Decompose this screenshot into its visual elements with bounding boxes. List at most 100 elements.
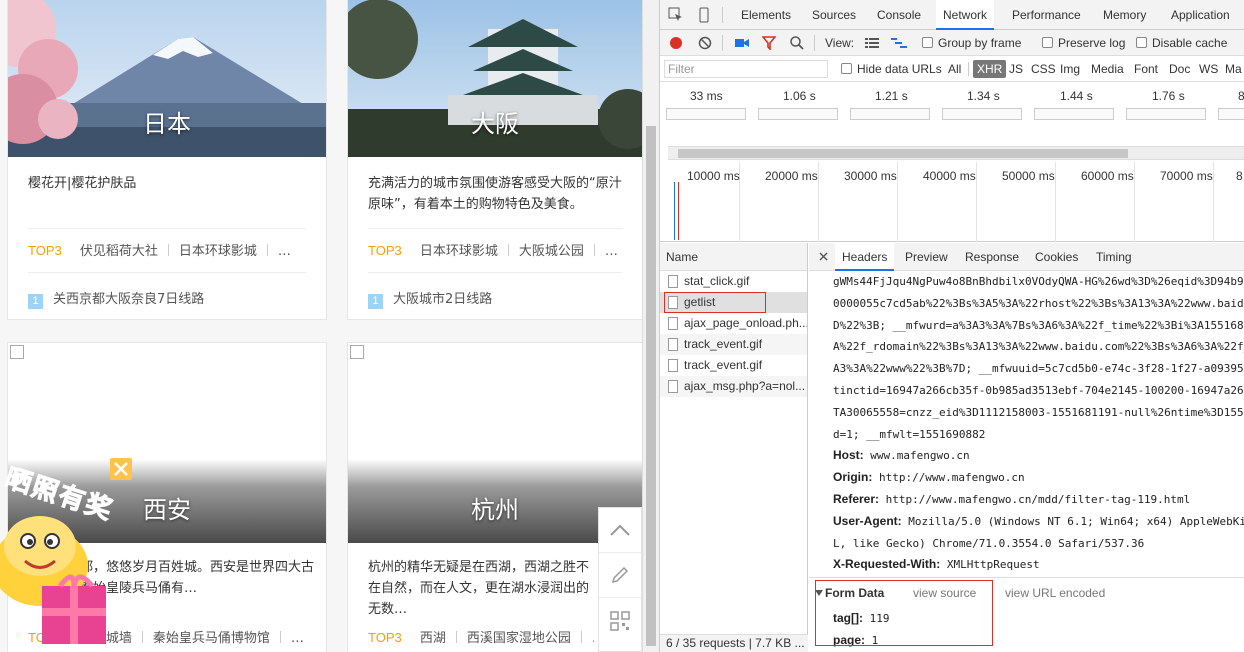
qr-code-button[interactable] xyxy=(599,598,641,643)
route-link[interactable]: 1 关西京都大阪奈良7日线路 xyxy=(28,288,312,309)
top-item-link[interactable]: 伏见稻荷大社 xyxy=(80,244,158,259)
checkbox-icon xyxy=(841,63,852,74)
name-column-header[interactable]: Name xyxy=(660,243,807,271)
form-data-title[interactable]: Form Data xyxy=(825,586,884,600)
header-line-referer: Referer: http://www.mafengwo.cn/mdd/filt… xyxy=(833,491,1191,506)
filter-toggle-button[interactable] xyxy=(761,30,777,56)
type-filter-ws[interactable]: WS xyxy=(1199,56,1218,82)
filmstrip-frame[interactable] xyxy=(942,108,1022,120)
request-row[interactable]: stat_click.gif xyxy=(660,271,807,292)
tab-console[interactable]: Console xyxy=(877,0,921,30)
filmstrip-frame[interactable] xyxy=(1126,108,1206,120)
tab-cookies[interactable]: Cookies xyxy=(1035,243,1078,271)
divider xyxy=(368,228,622,229)
tab-network[interactable]: Network xyxy=(936,0,995,30)
form-data-row: page: 1 xyxy=(833,633,879,647)
card-description: 樱花开|樱花护肤品 xyxy=(28,176,137,191)
close-detail-button[interactable] xyxy=(819,243,828,271)
header-line: 0000055c7cd5ab%22%3Bs%3A5%3A%22rhost%22%… xyxy=(833,296,1244,310)
top-item-link[interactable]: 西湖 xyxy=(420,631,446,646)
feedback-button[interactable] xyxy=(599,553,641,598)
route-link[interactable]: 1 大阪城市2日线路 xyxy=(368,288,628,309)
type-filter-doc[interactable]: Doc xyxy=(1169,56,1190,82)
filmstrip-time: 1.21 s xyxy=(875,89,908,103)
tab-sources[interactable]: Sources xyxy=(812,0,856,30)
type-filter-all[interactable]: All xyxy=(948,56,961,82)
devtools-panel: Elements Sources Console Network Perform… xyxy=(659,0,1244,652)
top-item-more[interactable]: … xyxy=(605,244,618,259)
tab-response[interactable]: Response xyxy=(965,243,1019,271)
waterfall-view-button[interactable] xyxy=(891,30,907,56)
scrollbar-thumb[interactable] xyxy=(678,149,1128,158)
view-url-encoded-link[interactable]: view URL encoded xyxy=(1005,586,1105,600)
page-scrollbar[interactable] xyxy=(642,0,659,652)
top-item-link[interactable]: 日本环球影城 xyxy=(420,244,498,259)
tab-headers[interactable]: Headers xyxy=(835,243,895,271)
inspect-element-icon[interactable] xyxy=(668,0,684,30)
tab-memory[interactable]: Memory xyxy=(1103,0,1146,30)
clear-button[interactable] xyxy=(698,30,712,56)
preserve-log-checkbox[interactable]: Preserve log xyxy=(1042,30,1125,56)
overview-scrollbar[interactable] xyxy=(668,146,1244,160)
type-filter-font[interactable]: Font xyxy=(1134,56,1158,82)
type-filter-img[interactable]: Img xyxy=(1060,56,1080,82)
waterfall-icon xyxy=(891,38,907,48)
top-item-more[interactable]: … xyxy=(291,631,304,646)
filmstrip-frame[interactable] xyxy=(758,108,838,120)
request-row[interactable]: ajax_msg.php?a=nol... xyxy=(660,376,807,397)
top-item-more[interactable]: … xyxy=(592,631,594,646)
record-button[interactable] xyxy=(669,30,683,56)
timeline-label: 50000 ms xyxy=(1002,169,1055,183)
divider xyxy=(28,228,306,229)
filmstrip-frame[interactable] xyxy=(666,108,746,120)
tab-performance[interactable]: Performance xyxy=(1012,0,1081,30)
divider xyxy=(580,631,582,643)
card-hero-image[interactable]: 日本 xyxy=(8,0,326,157)
type-filter-media[interactable]: Media xyxy=(1091,56,1124,82)
disable-cache-checkbox[interactable]: Disable cache xyxy=(1136,30,1227,56)
detail-tab-bar: Headers Preview Response Cookies Timing xyxy=(809,243,1244,271)
destination-card-japan[interactable]: 日本 樱花开|樱花护肤品 TOP3 伏见稻荷大社 日本环球影城 … 1 关西京都大阪奈… xyxy=(7,0,327,320)
request-row[interactable]: ajax_page_onload.ph... xyxy=(660,313,807,334)
request-name: getlist xyxy=(684,295,716,309)
filmstrip-frame[interactable] xyxy=(1218,108,1244,120)
request-name: ajax_page_onload.ph... xyxy=(684,316,807,330)
back-to-top-button[interactable] xyxy=(599,508,641,553)
top-item-link[interactable]: 秦始皇兵马俑博物馆 xyxy=(153,631,270,646)
request-row-selected[interactable]: getlist xyxy=(660,292,807,313)
filmstrip-frame[interactable] xyxy=(850,108,930,120)
top-item-link[interactable]: 日本环球影城 xyxy=(179,244,257,259)
type-filter-js[interactable]: JS xyxy=(1009,56,1023,82)
top-item-link[interactable]: 大阪城公园 xyxy=(519,244,584,259)
type-filter-css[interactable]: CSS xyxy=(1031,56,1056,82)
tab-elements[interactable]: Elements xyxy=(741,0,791,30)
destination-card-osaka[interactable]: 大阪 充满活力的城市氛围使游客感受大阪的“原汁原味”，有着本土的购物特色及美食。… xyxy=(347,0,642,320)
scrollbar-thumb[interactable] xyxy=(646,126,656,646)
divider xyxy=(722,7,723,23)
group-by-frame-checkbox[interactable]: Group by frame xyxy=(922,30,1021,56)
large-rows-view-button[interactable] xyxy=(865,30,879,56)
screenshot-capture-button[interactable] xyxy=(734,30,750,56)
search-button[interactable] xyxy=(790,30,804,56)
file-icon xyxy=(668,317,678,330)
view-source-link[interactable]: view source xyxy=(913,586,976,600)
request-row[interactable]: track_event.gif xyxy=(660,355,807,376)
tab-preview[interactable]: Preview xyxy=(905,243,948,271)
device-toolbar-icon[interactable] xyxy=(696,0,712,30)
top-item-more[interactable]: … xyxy=(278,244,291,259)
collapse-triangle-icon[interactable] xyxy=(815,590,823,596)
file-icon xyxy=(668,338,678,351)
hide-data-urls-checkbox[interactable]: Hide data URLs xyxy=(841,56,942,82)
type-filter-xhr[interactable]: XHR xyxy=(973,56,1007,82)
card-description: 杭州的精华无疑是在西湖，西湖之胜不在自然，而在人文，更在湖水浸润出的无数… xyxy=(368,560,590,617)
tab-timing[interactable]: Timing xyxy=(1096,243,1132,271)
top-item-link[interactable]: 西溪国家湿地公园 xyxy=(467,631,571,646)
tab-application[interactable]: Application xyxy=(1171,0,1230,30)
type-filter-manifest[interactable]: Ma xyxy=(1225,56,1242,82)
photo-prize-promo[interactable]: 晒照有奖 xyxy=(0,436,150,652)
card-hero-image[interactable]: 大阪 xyxy=(348,0,642,157)
top3-label: TOP3 xyxy=(28,243,62,258)
filter-input[interactable]: Filter xyxy=(664,60,828,78)
filmstrip-frame[interactable] xyxy=(1034,108,1114,120)
request-row[interactable]: track_event.gif xyxy=(660,334,807,355)
